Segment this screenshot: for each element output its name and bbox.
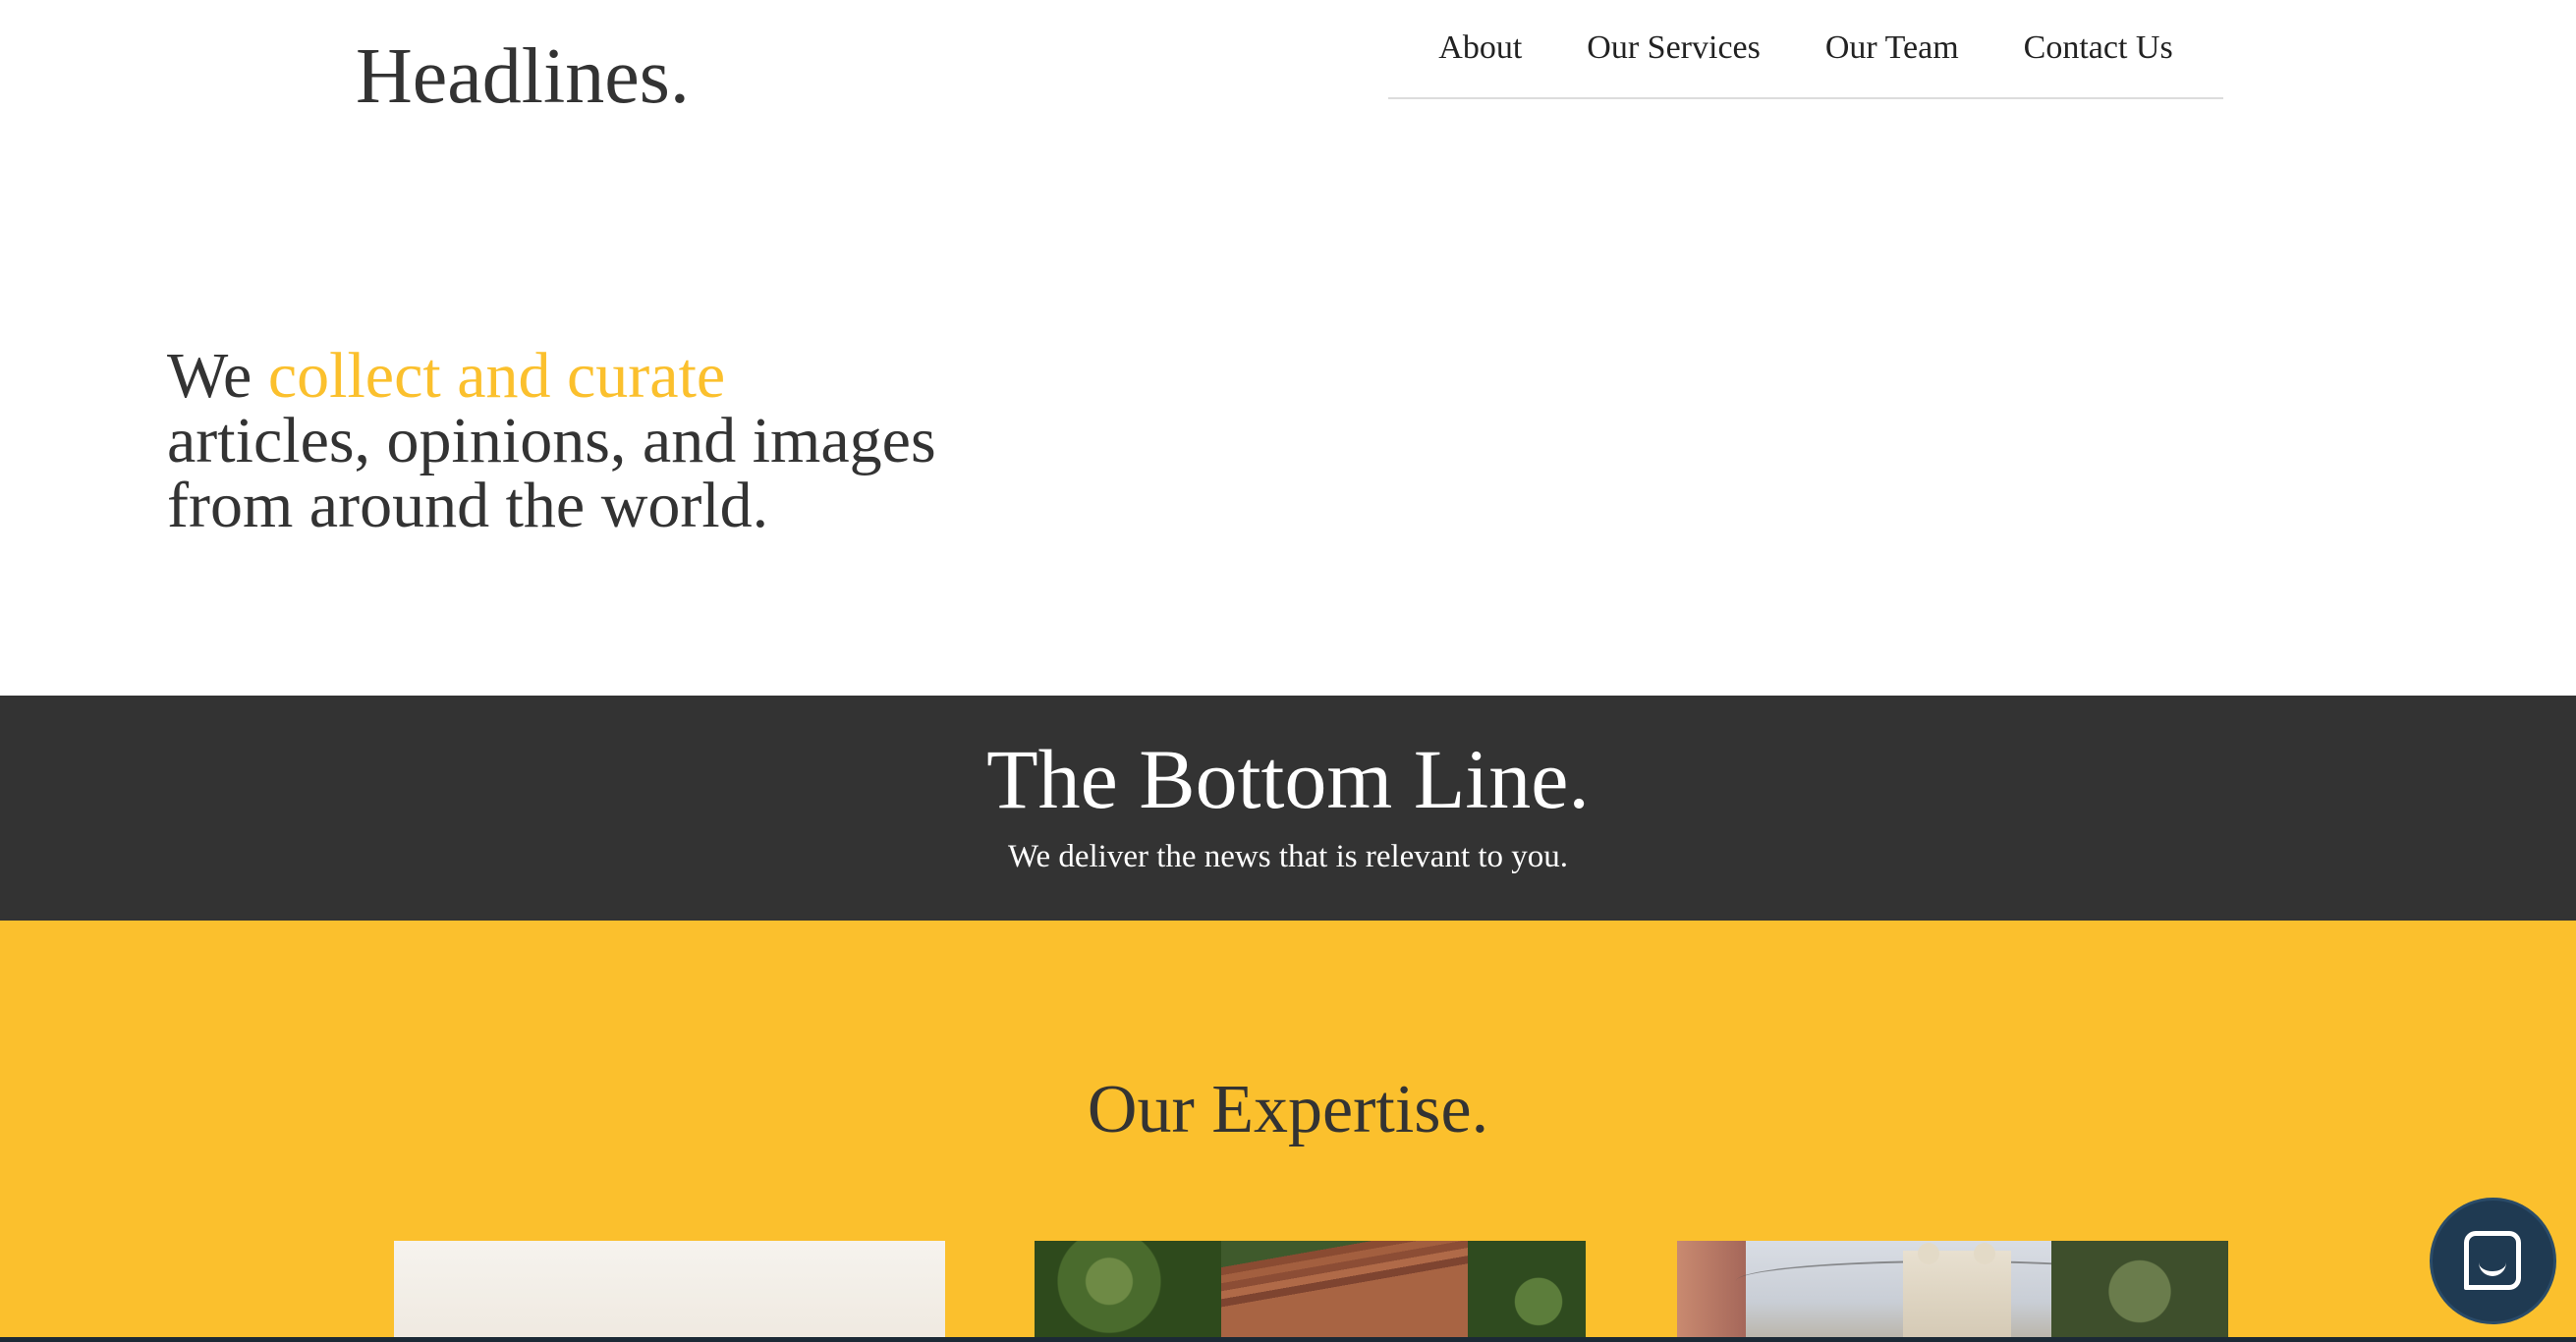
page-bottom-edge <box>0 1337 2576 1342</box>
church-towers <box>1903 1243 2011 1342</box>
nav-our-team[interactable]: Our Team <box>1793 0 1991 97</box>
nav-about[interactable]: About <box>1406 0 1554 97</box>
foliage <box>1468 1241 1586 1342</box>
nav-our-services[interactable]: Our Services <box>1554 0 1793 97</box>
chat-icon <box>2464 1231 2521 1290</box>
expertise-card-image-3[interactable] <box>1677 1241 2228 1342</box>
expertise-card-image-1[interactable] <box>394 1241 945 1342</box>
hero-accent: collect and curate <box>267 340 726 412</box>
chat-launcher-button[interactable] <box>2433 1201 2553 1321</box>
hero-line-3: from around the world. <box>167 470 769 541</box>
expertise-section: Our Expertise. <box>0 921 2576 1342</box>
main-nav: About Our Services Our Team Contact Us <box>1388 0 2223 99</box>
hero-lead: We <box>167 340 252 412</box>
building-wall <box>1677 1241 1746 1342</box>
hero-line-2: articles, opinions, and images <box>167 405 936 476</box>
expertise-title: Our Expertise. <box>1087 1072 1489 1147</box>
hero-heading: We collect and curate articles, opinions,… <box>167 344 1149 538</box>
foliage <box>1035 1241 1221 1342</box>
expertise-card-image-2[interactable] <box>1035 1241 1586 1342</box>
bottom-line-section: The Bottom Line. We deliver the news tha… <box>0 696 2576 921</box>
bottom-line-subtitle: We deliver the news that is relevant to … <box>1007 839 1569 874</box>
nav-contact-us[interactable]: Contact Us <box>1991 0 2206 97</box>
tree <box>2051 1241 2228 1342</box>
bottom-line-title: The Bottom Line. <box>986 732 1590 826</box>
site-logo[interactable]: Headlines. <box>356 28 690 126</box>
